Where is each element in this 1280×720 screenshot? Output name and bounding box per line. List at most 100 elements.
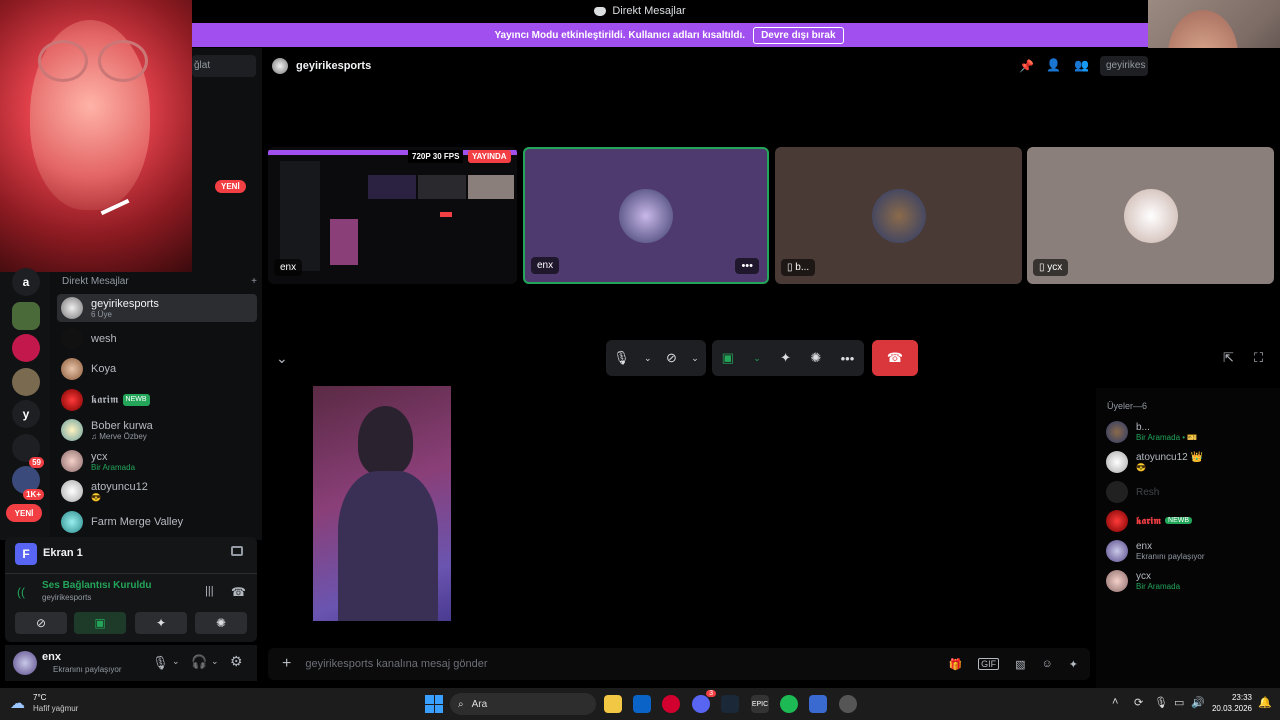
opera-icon[interactable] [662,695,680,713]
tray-chevron-icon[interactable]: ˄ [1112,696,1118,708]
add-attachment-icon[interactable]: + [282,655,291,673]
collapse-chevron-icon[interactable]: ⌄ [276,350,288,367]
participant-tile[interactable]: ▯ b... [775,147,1022,284]
member-item[interactable]: enx Ekranını paylaşıyor [1106,540,1276,562]
disconnect-icon[interactable]: ☎ [231,585,246,599]
sync-icon[interactable]: ⟳ [1134,696,1143,709]
gif-icon[interactable]: GIF [978,658,1000,670]
taskbar-search[interactable]: ⌕ Ara [450,693,596,715]
start-icon[interactable] [425,695,443,713]
noise-suppression-icon[interactable]: ||| [205,585,214,597]
server-icon[interactable] [12,334,40,362]
server-icon[interactable] [12,302,40,330]
weather-icon[interactable]: ☁ [10,694,25,712]
server-icon[interactable]: 1K+ [12,466,44,500]
spotify-icon[interactable] [780,695,798,713]
dm-item[interactable]: Bober kurwa ♫ Merve Özbey [57,416,257,444]
emoji-icon[interactable]: ☺ [1042,658,1053,670]
outlook-icon[interactable] [633,695,651,713]
server-icon[interactable]: y [12,400,40,428]
server-icon[interactable] [12,368,40,396]
weather-desc[interactable]: Hafif yağmur [33,704,78,713]
disable-streamer-mode-button[interactable]: Devre dışı bırak [753,26,844,44]
server-icon[interactable]: 59 [12,434,44,468]
dm-sub: Bir Aramada [91,462,136,472]
headphones-icon[interactable]: 🎧 [191,654,207,670]
voice-channel[interactable]: geyirikesports [42,593,91,602]
search-icon: ⌕ [458,698,464,710]
member-item[interactable]: b... Bir Aramada • 🎫 [1106,421,1276,443]
camera-off-button[interactable]: ⊘ [15,612,67,634]
dm-item[interactable]: Farm Merge Valley [57,508,257,536]
message-input[interactable]: geyirikesports kanalına mesaj gönder [305,658,940,670]
chevron-down-icon[interactable]: ⌄ [644,353,652,364]
fullscreen-icon[interactable]: ⛶ [1254,350,1263,366]
file-explorer-icon[interactable] [604,695,622,713]
microphone-icon[interactable]: 🎙 [613,350,630,366]
app-icon[interactable] [809,695,827,713]
shared-video-message[interactable] [313,386,451,621]
tile-label: enx [531,257,560,274]
pin-icon[interactable]: 📌 [1019,59,1034,73]
volume-icon[interactable]: 🔊 [1191,696,1205,709]
app-icon[interactable] [839,695,857,713]
chevron-down-icon[interactable]: ⌄ [172,656,180,667]
popout-icon[interactable]: ⇱ [1223,350,1234,366]
soundboard-button[interactable]: ✺ [195,612,247,634]
avatar [871,188,926,243]
screen-share-icon[interactable]: ▣ [722,350,734,366]
member-sub: Bir Aramada • 🎫 [1136,433,1198,442]
dm-item[interactable]: Koya [57,355,257,383]
steam-icon[interactable] [721,695,739,713]
new-server-badge[interactable]: YENİ [6,504,42,522]
screen-share-button[interactable]: ▣ [74,612,126,634]
activities-button[interactable]: ✦ [135,612,187,634]
dm-item[interactable]: ycx Bir Aramada [57,447,257,475]
gift-icon[interactable]: 🎁 [948,658,962,671]
server-icon[interactable]: a [12,268,40,296]
more-options-icon[interactable]: ••• [841,351,855,366]
avatar[interactable] [13,651,37,675]
weather-temp[interactable]: 7°C [33,693,46,702]
more-options-icon[interactable]: ••• [735,258,759,274]
sticker-icon[interactable]: ▧ [1015,658,1025,671]
chevron-down-icon[interactable]: ⌄ [753,353,761,364]
member-item[interactable]: ycx Bir Aramada [1106,570,1276,592]
epic-games-icon[interactable]: EPIC [751,695,769,713]
participant-tile[interactable]: enx ••• [523,147,769,284]
activities-icon[interactable]: ✦ [780,350,791,366]
stream-tile[interactable]: 720P 30 FPS YAYINDA enx [268,147,517,284]
add-friend-icon[interactable]: 👤 [1046,58,1061,72]
notifications-icon[interactable]: 🔔 [1258,696,1272,709]
member-item[interactable]: Resh [1106,481,1276,503]
network-icon[interactable]: ▭ [1174,696,1184,709]
new-badge: YENİ [215,180,246,193]
gear-icon[interactable]: ⚙ [230,653,243,670]
clock-date[interactable]: 20.03.2026 [1208,704,1252,713]
dm-item[interactable]: wesh [57,325,257,353]
clock-time[interactable]: 23:33 [1212,693,1252,702]
add-dm-button[interactable]: + [251,276,257,290]
dm-item[interactable]: 𝖐𝖆𝖗𝖎𝖒 NEWB [57,386,257,414]
member-list-icon[interactable]: 👥 [1074,58,1089,72]
member-item[interactable]: atoyuncu12 👑 😎 [1106,451,1276,473]
microphone-icon[interactable]: 🎙 [152,655,169,671]
soundboard-icon[interactable]: ✺ [810,350,821,366]
member-item[interactable]: 𝖐𝖆𝖗𝖎𝖒 NEWB [1106,510,1276,532]
discord-icon[interactable]: 3 [692,690,716,713]
stop-share-icon[interactable] [231,546,243,556]
search-input[interactable]: geyirikes [1100,56,1148,76]
leave-call-button[interactable]: ☎ [872,340,918,376]
chevron-down-icon[interactable]: ⌄ [691,353,699,364]
dm-search-input[interactable]: ğlat [192,55,256,77]
camera-off-icon[interactable]: ⊘ [666,350,677,366]
apps-icon[interactable]: ✦ [1069,658,1078,671]
microphone-tray-icon[interactable]: 🎙 [1154,696,1168,709]
avatar [1106,510,1128,532]
chevron-down-icon[interactable]: ⌄ [211,656,219,667]
avatar [61,480,83,502]
dm-item[interactable]: atoyuncu12 😎 [57,477,257,505]
participant-tile[interactable]: ▯ ycx [1027,147,1274,284]
voice-status: Ses Bağlantısı Kuruldu [42,580,152,591]
dm-item[interactable]: geyirikesports 6 Üye [57,294,257,322]
